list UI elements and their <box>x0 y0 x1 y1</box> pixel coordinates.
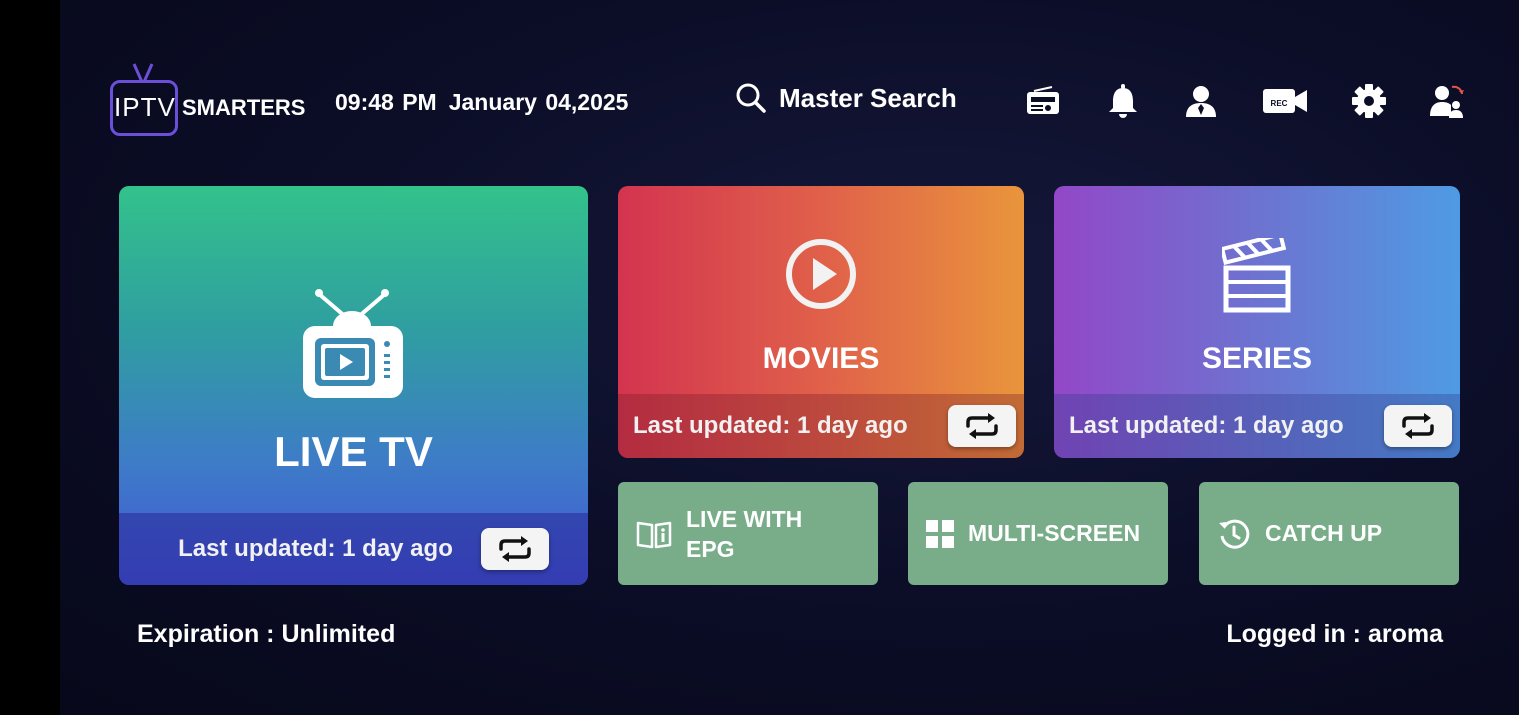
series-title: SERIES <box>1201 342 1313 375</box>
live-tv-updated: Last updated: 1 day ago <box>178 535 453 562</box>
tv-icon <box>302 289 403 398</box>
time-text: 09:48 PM <box>335 89 437 115</box>
logo-text-smarters: SMARTERS <box>182 95 306 120</box>
live-tv-tile[interactable]: LIVE TV Last updated: 1 day ago <box>119 186 588 585</box>
rec-camera-icon: REC <box>1263 89 1307 113</box>
switch-user-icon <box>1430 85 1464 118</box>
search-icon <box>736 83 766 113</box>
live-tv-footer: Last updated: 1 day ago <box>119 513 588 585</box>
gear-icon <box>1352 84 1386 118</box>
datetime: 09:48 PM January 04,2025 <box>335 89 628 116</box>
multi-screen-label: MULTI-SCREEN <box>968 520 1141 546</box>
notifications-button[interactable] <box>1100 78 1146 124</box>
multi-screen-tile[interactable]: MULTI-SCREEN <box>908 482 1168 585</box>
history-clock-icon <box>1219 519 1250 549</box>
movies-refresh-button[interactable] <box>948 405 1016 447</box>
catch-up-label: CATCH UP <box>1265 520 1383 546</box>
date-text: January 04,2025 <box>448 89 629 115</box>
logged-in-text: Logged in : aroma <box>1226 620 1443 648</box>
play-circle-icon <box>786 239 856 309</box>
refresh-icon <box>966 413 998 439</box>
live-tv-refresh-button[interactable] <box>480 528 549 570</box>
logo-text-iptv: IPTV <box>114 92 176 122</box>
master-search-button[interactable]: Master Search <box>735 82 957 114</box>
movies-title: MOVIES <box>762 342 880 375</box>
switch-user-button[interactable] <box>1424 78 1470 124</box>
rec-label: REC <box>1271 99 1288 108</box>
refresh-icon <box>499 536 531 562</box>
catch-up-tile[interactable]: CATCH UP <box>1199 482 1459 585</box>
movies-updated: Last updated: 1 day ago <box>633 412 908 439</box>
user-icon <box>1186 86 1216 117</box>
app-logo: IPTV SMARTERS <box>110 62 310 142</box>
series-refresh-button[interactable] <box>1384 405 1452 447</box>
live-tv-title: LIVE TV <box>274 428 433 475</box>
series-tile[interactable]: SERIES Last updated: 1 day ago <box>1054 186 1460 458</box>
series-updated: Last updated: 1 day ago <box>1069 412 1344 439</box>
movies-tile[interactable]: MOVIES Last updated: 1 day ago <box>618 186 1024 458</box>
live-with-epg-tile[interactable]: LIVE WITH EPG <box>618 482 878 585</box>
radio-icon <box>1027 86 1059 114</box>
grid-icon <box>926 519 954 548</box>
clapperboard-icon <box>1222 238 1291 313</box>
book-info-icon <box>636 521 672 548</box>
search-label: Master Search <box>779 82 957 113</box>
account-button[interactable] <box>1178 78 1224 124</box>
live-with-epg-label: LIVE WITH EPG <box>686 505 803 562</box>
refresh-icon <box>1402 413 1434 439</box>
header-icon-bar: REC <box>1020 78 1470 124</box>
expiration-text: Expiration : Unlimited <box>137 620 396 648</box>
movies-footer: Last updated: 1 day ago <box>618 394 1024 458</box>
series-footer: Last updated: 1 day ago <box>1054 394 1460 458</box>
settings-button[interactable] <box>1346 78 1392 124</box>
recordings-button[interactable]: REC <box>1260 78 1310 124</box>
radio-button[interactable] <box>1020 78 1066 124</box>
bell-icon <box>1109 84 1137 118</box>
